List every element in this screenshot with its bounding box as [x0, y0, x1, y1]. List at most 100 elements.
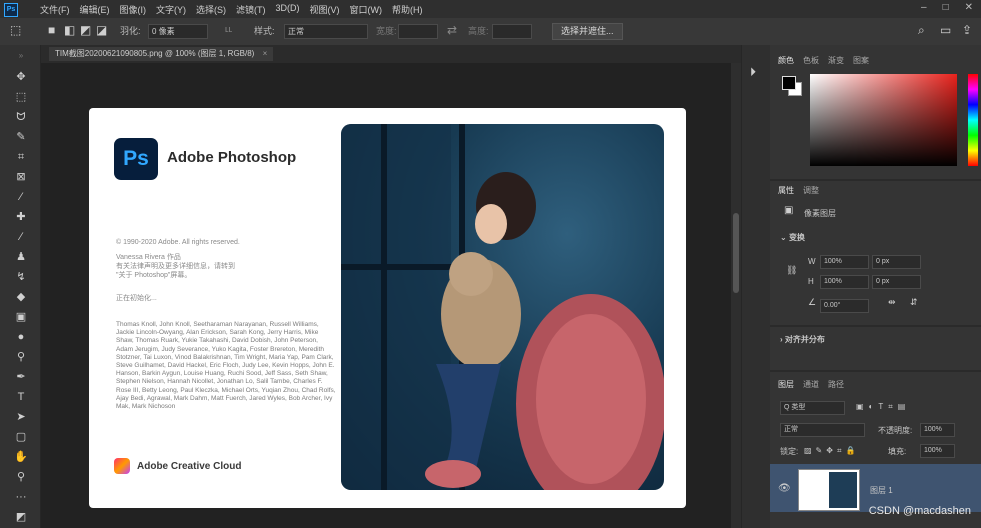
collapse-icon[interactable]: » — [14, 49, 28, 63]
marquee-tool-icon[interactable]: ⬚ — [14, 90, 28, 104]
foreground-color-swatch[interactable] — [782, 76, 796, 90]
layer-name[interactable]: 图层 1 — [870, 485, 893, 496]
close-button[interactable]: ✕ — [965, 2, 973, 13]
eye-icon[interactable]: 👁 — [778, 483, 791, 494]
width-label: 宽度: — [376, 26, 397, 36]
maximize-button[interactable]: □ — [943, 2, 949, 13]
clone-stamp-tool-icon[interactable]: ♟ — [14, 250, 28, 264]
menu-bar: Ps 文件(F) 编辑(E) 图像(I) 文字(Y) 选择(S) 滤镜(T) 3… — [0, 0, 981, 18]
opacity-input[interactable]: 100% — [920, 423, 955, 437]
menu-file[interactable]: 文件(F) — [40, 3, 70, 16]
x-position-input[interactable]: 0 px — [872, 255, 921, 269]
tab-close-icon[interactable]: × — [263, 49, 268, 58]
pen-tool-icon[interactable]: ✒ — [14, 370, 28, 384]
frame-tool-icon[interactable]: ⊠ — [14, 170, 28, 184]
lasso-tool-icon[interactable]: ᗢ — [14, 110, 28, 124]
layer-thumbnail — [798, 469, 860, 511]
add-selection-icon[interactable]: ◧ — [64, 23, 75, 37]
rectangle-tool-icon[interactable]: ▢ — [14, 430, 28, 444]
subtract-selection-icon[interactable]: ◩ — [80, 23, 91, 37]
layer-filter-select[interactable]: Q 类型 — [780, 401, 845, 415]
hue-slider[interactable] — [968, 74, 978, 166]
brush-tool-icon[interactable]: ∕ — [14, 230, 28, 244]
scrollbar-thumb[interactable] — [733, 213, 739, 293]
vertical-scrollbar[interactable] — [731, 63, 741, 528]
blur-tool-icon[interactable]: ● — [14, 330, 28, 344]
flip-horizontal-icon[interactable]: ⇹ — [888, 297, 896, 308]
intersect-selection-icon[interactable]: ◪ — [96, 23, 107, 37]
more-tools-icon[interactable]: ··· — [14, 490, 28, 504]
document-tabs: TIM截图20200621090805.png @ 100% (图层 1, RG… — [41, 45, 741, 63]
tab-gradients[interactable]: 渐变 — [828, 55, 844, 66]
history-panel-icon[interactable]: ⏵ — [750, 65, 756, 80]
share-icon[interactable]: ⇪ — [962, 23, 972, 37]
select-and-mask-button[interactable]: 选择并遮住... — [552, 23, 623, 40]
fill-label: 填充: — [888, 447, 907, 456]
menu-3d[interactable]: 3D(D) — [276, 3, 300, 16]
workspace-icon[interactable]: ▭ — [940, 23, 951, 37]
hand-tool-icon[interactable]: ✋ — [14, 450, 28, 464]
eyedropper-tool-icon[interactable]: ⁄ — [14, 190, 28, 204]
app-name: Adobe Photoshop — [167, 149, 297, 166]
menu-image[interactable]: 图像(I) — [120, 3, 147, 16]
eraser-tool-icon[interactable]: ◆ — [14, 290, 28, 304]
width-input[interactable] — [398, 24, 438, 39]
h-label: H — [808, 277, 814, 286]
style-select[interactable]: 正常 — [284, 24, 368, 39]
gradient-tool-icon[interactable]: ▣ — [14, 310, 28, 324]
feather-input[interactable]: 0 像素 — [148, 24, 208, 39]
search-icon[interactable]: ⌕ — [918, 23, 925, 38]
app-logo: Ps — [4, 3, 18, 17]
menu-view[interactable]: 视图(V) — [310, 3, 340, 16]
angle-input[interactable]: 0.00° — [820, 299, 869, 313]
menu-edit[interactable]: 编辑(E) — [80, 3, 110, 16]
marquee-preset-icon[interactable]: ⬚ — [10, 23, 21, 37]
transform-section-title[interactable]: ⌄ 变换 — [780, 232, 805, 243]
healing-brush-tool-icon[interactable]: ✚ — [14, 210, 28, 224]
tab-patterns[interactable]: 图案 — [853, 55, 869, 66]
color-swatch-icon[interactable]: ◩ — [14, 510, 28, 524]
window-controls: – □ ✕ — [921, 2, 973, 13]
tab-channels[interactable]: 通道 — [803, 379, 819, 390]
layer-filter-icons[interactable]: ▣◐T⌗▤ — [856, 402, 910, 412]
align-section-title[interactable]: › 对齐并分布 — [780, 334, 825, 345]
height-percent-input[interactable]: 100% — [820, 275, 869, 289]
tab-swatches[interactable]: 色板 — [803, 55, 819, 66]
blend-mode-select[interactable]: 正常 — [780, 423, 865, 437]
creative-cloud-icon — [114, 458, 130, 474]
width-percent-input[interactable]: 100% — [820, 255, 869, 269]
feather-label: 羽化: — [120, 26, 141, 36]
menu-filter[interactable]: 滤镜(T) — [236, 3, 266, 16]
type-tool-icon[interactable]: T — [14, 390, 28, 404]
minimize-button[interactable]: – — [921, 2, 927, 13]
lock-icons[interactable]: ▨✎✥⌗🔒 — [804, 446, 859, 456]
menu-type[interactable]: 文字(Y) — [156, 3, 186, 16]
menu-help[interactable]: 帮助(H) — [392, 3, 423, 16]
menu-select[interactable]: 选择(S) — [196, 3, 226, 16]
crop-tool-icon[interactable]: ⌗ — [14, 150, 28, 164]
zoom-tool-icon[interactable]: ⚲ — [14, 470, 28, 484]
move-tool-icon[interactable]: ✥ — [14, 70, 28, 84]
history-brush-tool-icon[interactable]: ↯ — [14, 270, 28, 284]
feather-value: 0 像素 — [152, 27, 175, 36]
artwork-credit-line: 有关法律声明及更多详细信息，请转到 — [116, 263, 235, 270]
tab-adjustments[interactable]: 调整 — [803, 185, 819, 196]
document-tab[interactable]: TIM截图20200621090805.png @ 100% (图层 1, RG… — [49, 47, 274, 61]
fill-input[interactable]: 100% — [920, 444, 955, 458]
y-position-input[interactable]: 0 px — [872, 275, 921, 289]
flip-vertical-icon[interactable]: ⇵ — [910, 297, 918, 308]
color-picker-field[interactable] — [810, 74, 957, 166]
new-selection-icon[interactable]: ■ — [48, 23, 55, 37]
quick-select-tool-icon[interactable]: ✎ — [14, 130, 28, 144]
tab-paths[interactable]: 路径 — [828, 379, 844, 390]
menu-window[interactable]: 窗口(W) — [350, 3, 383, 16]
swap-icon[interactable]: ⇄ — [447, 23, 457, 37]
dodge-tool-icon[interactable]: ⚲ — [14, 350, 28, 364]
pixel-layer-icon: ▣ — [784, 205, 794, 216]
link-icon[interactable]: ⛓ — [786, 265, 797, 276]
tab-layers[interactable]: 图层 — [778, 379, 794, 390]
height-input[interactable] — [492, 24, 532, 39]
tab-properties[interactable]: 属性 — [778, 185, 794, 196]
tab-color[interactable]: 颜色 — [778, 55, 794, 66]
path-selection-tool-icon[interactable]: ➤ — [14, 410, 28, 424]
